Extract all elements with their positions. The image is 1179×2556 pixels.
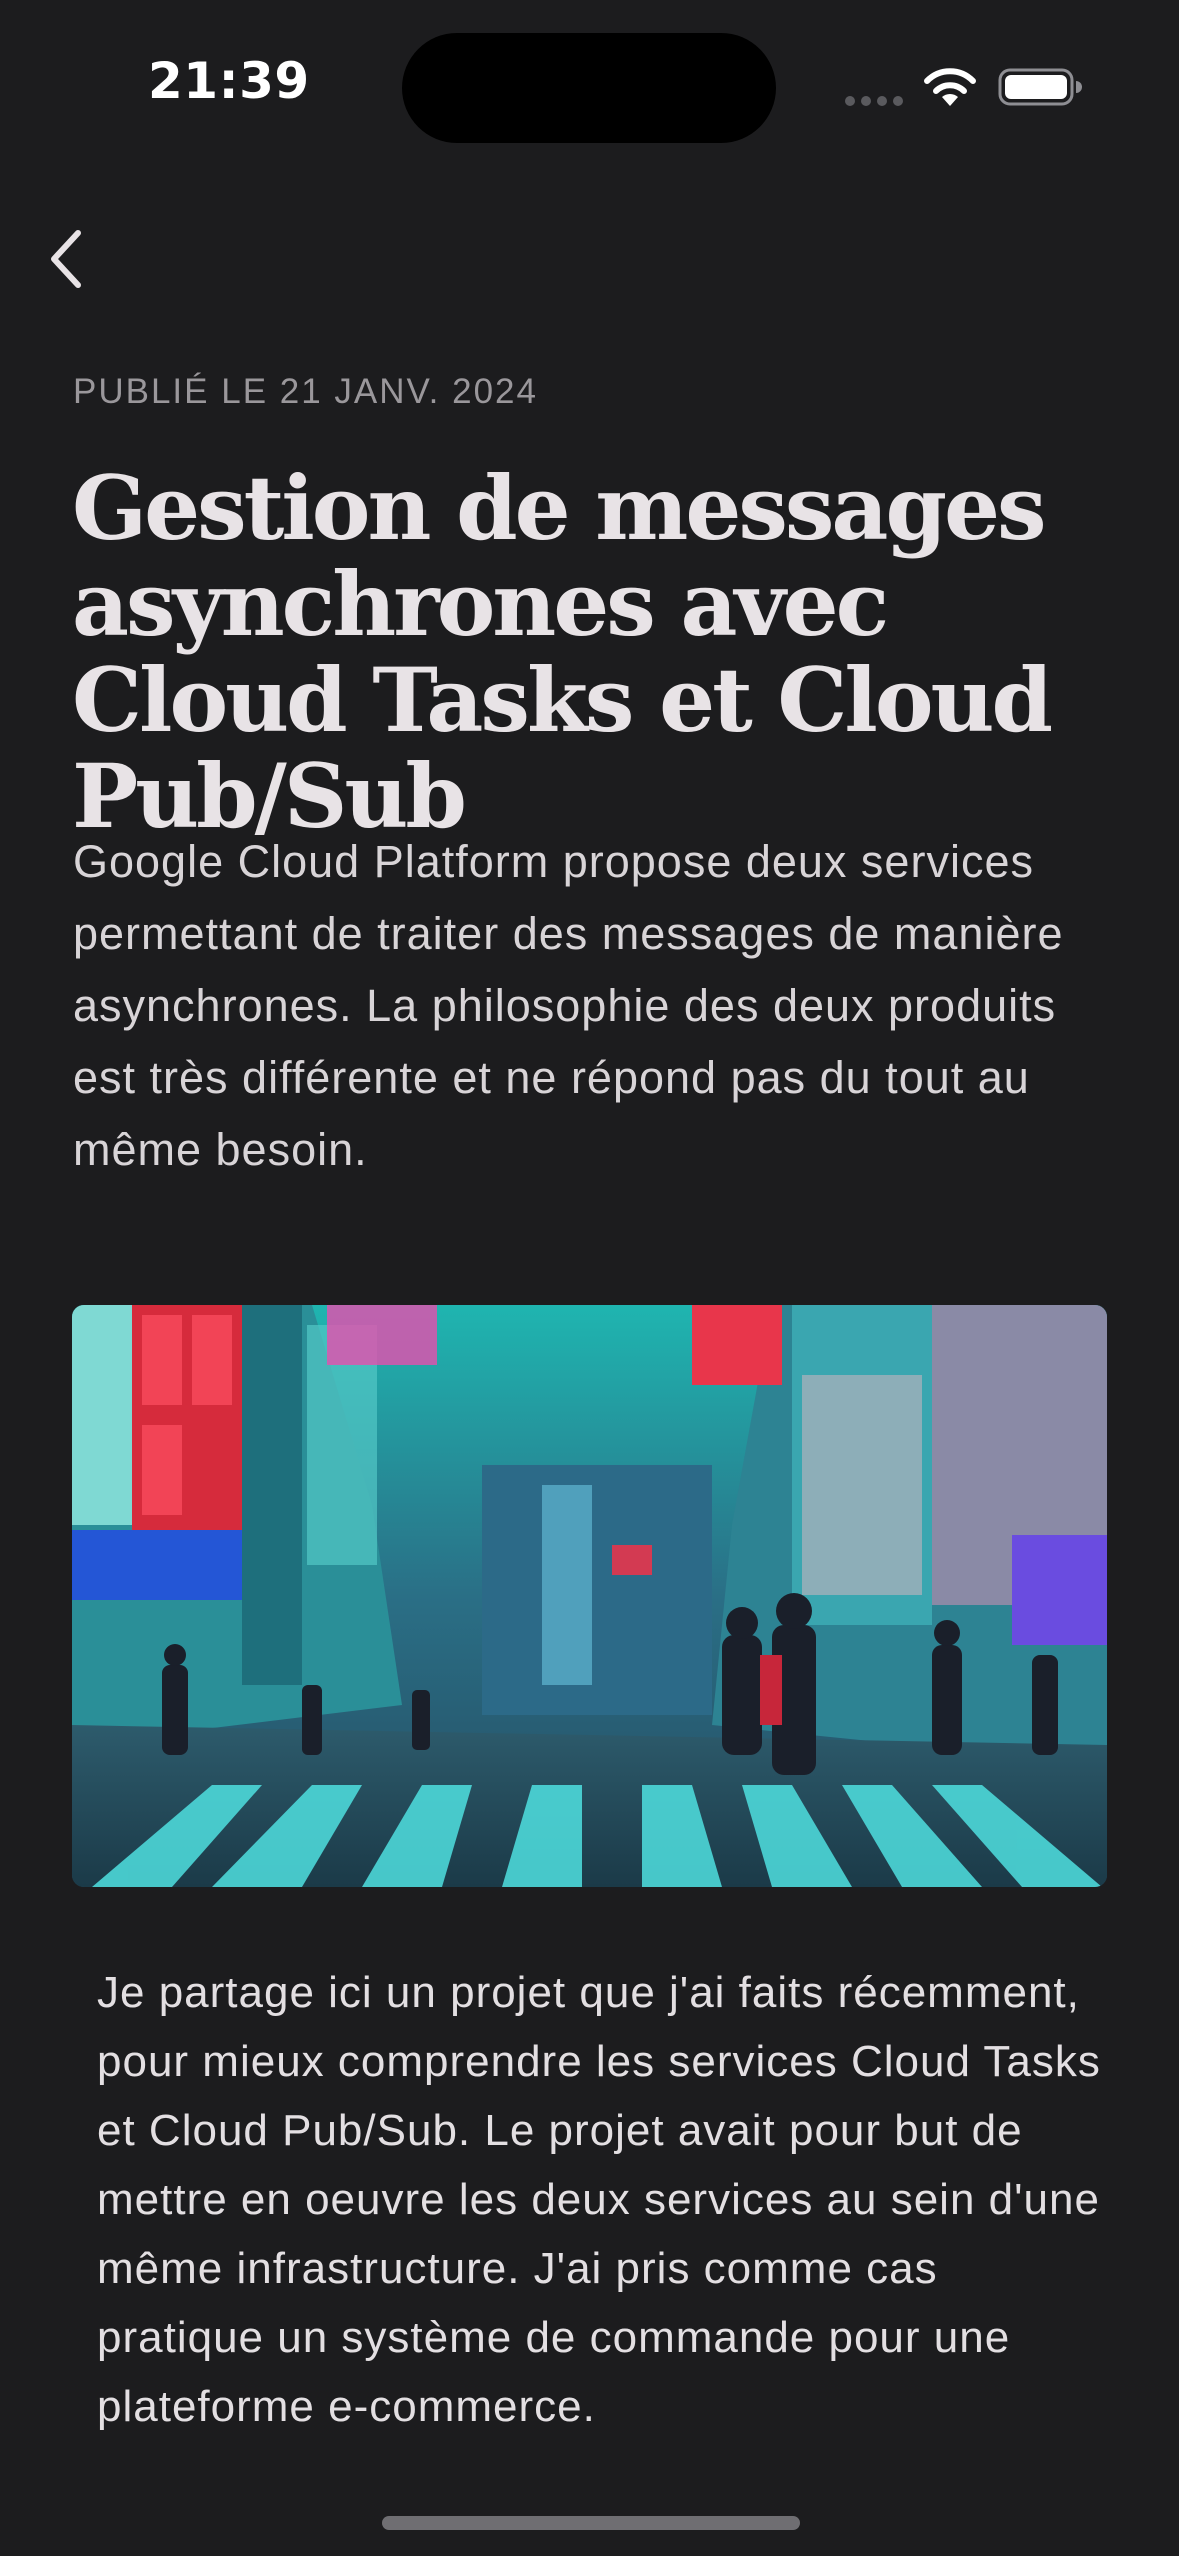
publish-date: PUBLIÉ LE 21 JANV. 2024 xyxy=(73,372,538,411)
wifi-icon xyxy=(924,68,976,106)
article-body: Je partage ici un projet que j'ai faits … xyxy=(97,1968,1101,2431)
article-title: Gestion de messages asynchrones avec Clo… xyxy=(72,456,1053,848)
article-hero-image xyxy=(72,1305,1107,1887)
article-lead: Google Cloud Platform propose deux servi… xyxy=(73,836,1064,1175)
cellular-signal-icon xyxy=(845,96,905,106)
chevron-left-icon xyxy=(51,230,81,288)
dynamic-island xyxy=(402,33,776,143)
home-indicator[interactable] xyxy=(382,2516,800,2530)
status-bar: 21:39 xyxy=(0,0,1179,150)
back-button[interactable] xyxy=(34,222,98,296)
status-time: 21:39 xyxy=(148,52,310,110)
battery-icon xyxy=(998,68,1082,106)
